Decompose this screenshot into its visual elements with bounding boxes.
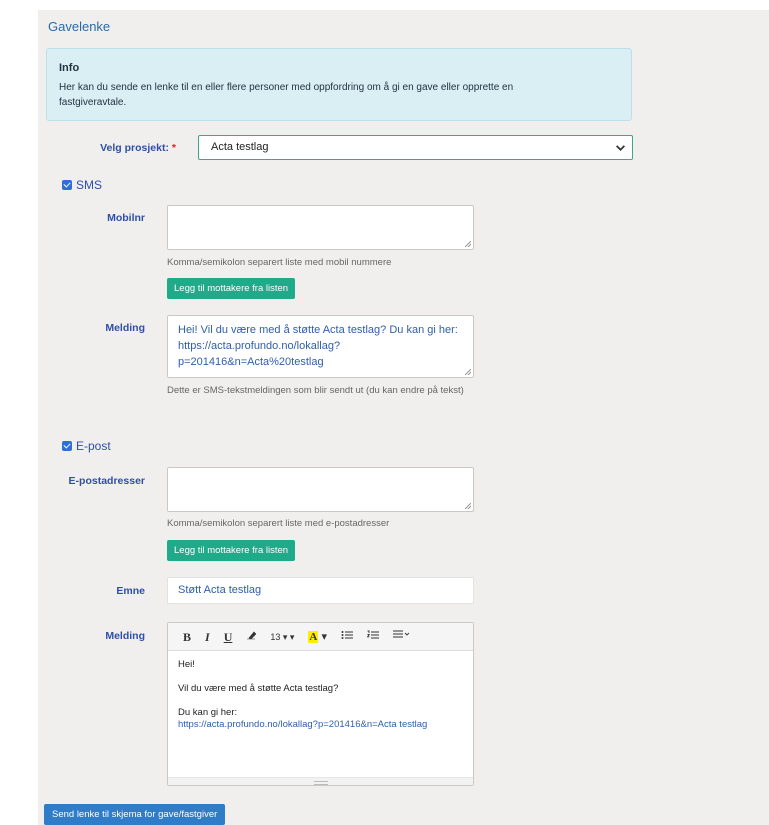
rich-text-editor[interactable]: B I U 13 ▾ ▾ A ▾ Hei! Vil du være med å … bbox=[167, 622, 474, 786]
numbered-list-icon[interactable] bbox=[360, 623, 386, 651]
sms-message-textarea[interactable]: Hei! Vil du være med å støtte Acta testl… bbox=[167, 315, 474, 378]
project-select-value: Acta testlag bbox=[211, 141, 269, 153]
info-text: Her kan du sende en lenke til en eller f… bbox=[59, 82, 514, 108]
required-mark: * bbox=[171, 142, 176, 154]
sms-checkbox[interactable] bbox=[62, 180, 72, 190]
page-title: Gavelenke bbox=[48, 19, 111, 34]
editor-link[interactable]: https://acta.profundo.no/lokallag?p=2014… bbox=[178, 719, 463, 731]
email-checkbox-row[interactable]: E-post bbox=[62, 439, 111, 453]
editor-resize-handle[interactable] bbox=[168, 777, 473, 785]
editor-line-1: Vil du være med å støtte Acta testlag? bbox=[178, 683, 339, 694]
email-add-recipients-button[interactable]: Legg til mottakere fra listen bbox=[167, 540, 296, 561]
email-address-help: Komma/semikolon separert liste med e-pos… bbox=[167, 518, 390, 529]
email-address-textarea[interactable] bbox=[167, 467, 474, 512]
eraser-icon[interactable] bbox=[239, 623, 263, 651]
subject-label: Emne bbox=[116, 585, 145, 597]
bullet-list-icon[interactable] bbox=[334, 623, 360, 651]
sms-checkbox-row[interactable]: SMS bbox=[62, 178, 102, 192]
bold-button[interactable]: B bbox=[176, 623, 198, 651]
chevron-down-icon bbox=[616, 145, 625, 151]
editor-greeting: Hei! bbox=[178, 659, 195, 670]
email-checkbox-label: E-post bbox=[76, 439, 111, 453]
font-size-value: 13 bbox=[270, 631, 281, 642]
sms-add-recipients-button[interactable]: Legg til mottakere fra listen bbox=[167, 278, 296, 299]
align-dropdown-icon[interactable] bbox=[386, 623, 418, 651]
subject-input-value: Støtt Acta testlag bbox=[178, 584, 262, 596]
italic-button[interactable]: I bbox=[198, 623, 217, 651]
editor-line-2: Du kan gi her: bbox=[178, 707, 238, 718]
resize-grip-icon[interactable] bbox=[465, 503, 471, 509]
editor-content[interactable]: Hei! Vil du være med å støtte Acta testl… bbox=[168, 651, 473, 751]
sms-message-value: Hei! Vil du være med å støtte Acta testl… bbox=[178, 324, 458, 368]
sms-checkbox-label: SMS bbox=[76, 178, 103, 192]
email-message-label: Melding bbox=[105, 630, 145, 642]
email-checkbox[interactable] bbox=[62, 441, 72, 451]
underline-button[interactable]: U bbox=[217, 623, 240, 651]
info-box: Info Her kan du sende en lenke til en el… bbox=[46, 48, 632, 121]
mobile-label: Mobilnr bbox=[107, 212, 145, 224]
project-label: Velg prosjekt: * bbox=[86, 142, 176, 154]
subject-input[interactable]: Støtt Acta testlag bbox=[167, 577, 474, 604]
highlight-color-button[interactable]: A ▾ bbox=[301, 623, 334, 651]
highlight-icon: A bbox=[308, 630, 319, 643]
sms-message-help: Dette er SMS-tekstmeldingen som blir sen… bbox=[167, 385, 464, 396]
info-title: Info bbox=[59, 62, 80, 74]
font-size-dropdown[interactable]: 13 ▾ ▾ bbox=[263, 623, 301, 651]
sms-message-label: Melding bbox=[105, 322, 145, 334]
resize-grip-icon[interactable] bbox=[465, 241, 471, 247]
send-link-button[interactable]: Send lenke til skjema for gave/fastgiver bbox=[44, 804, 226, 825]
mobile-textarea[interactable] bbox=[167, 205, 474, 250]
editor-toolbar: B I U 13 ▾ ▾ A ▾ bbox=[168, 623, 473, 651]
chevron-down-icon: ▾ bbox=[321, 630, 327, 643]
mobile-help: Komma/semikolon separert liste med mobil… bbox=[167, 257, 392, 268]
email-address-label: E-postadresser bbox=[68, 475, 145, 487]
resize-grip-icon[interactable] bbox=[465, 369, 471, 375]
project-select[interactable]: Acta testlag bbox=[198, 135, 633, 160]
project-label-text: Velg prosjekt: bbox=[100, 142, 169, 154]
